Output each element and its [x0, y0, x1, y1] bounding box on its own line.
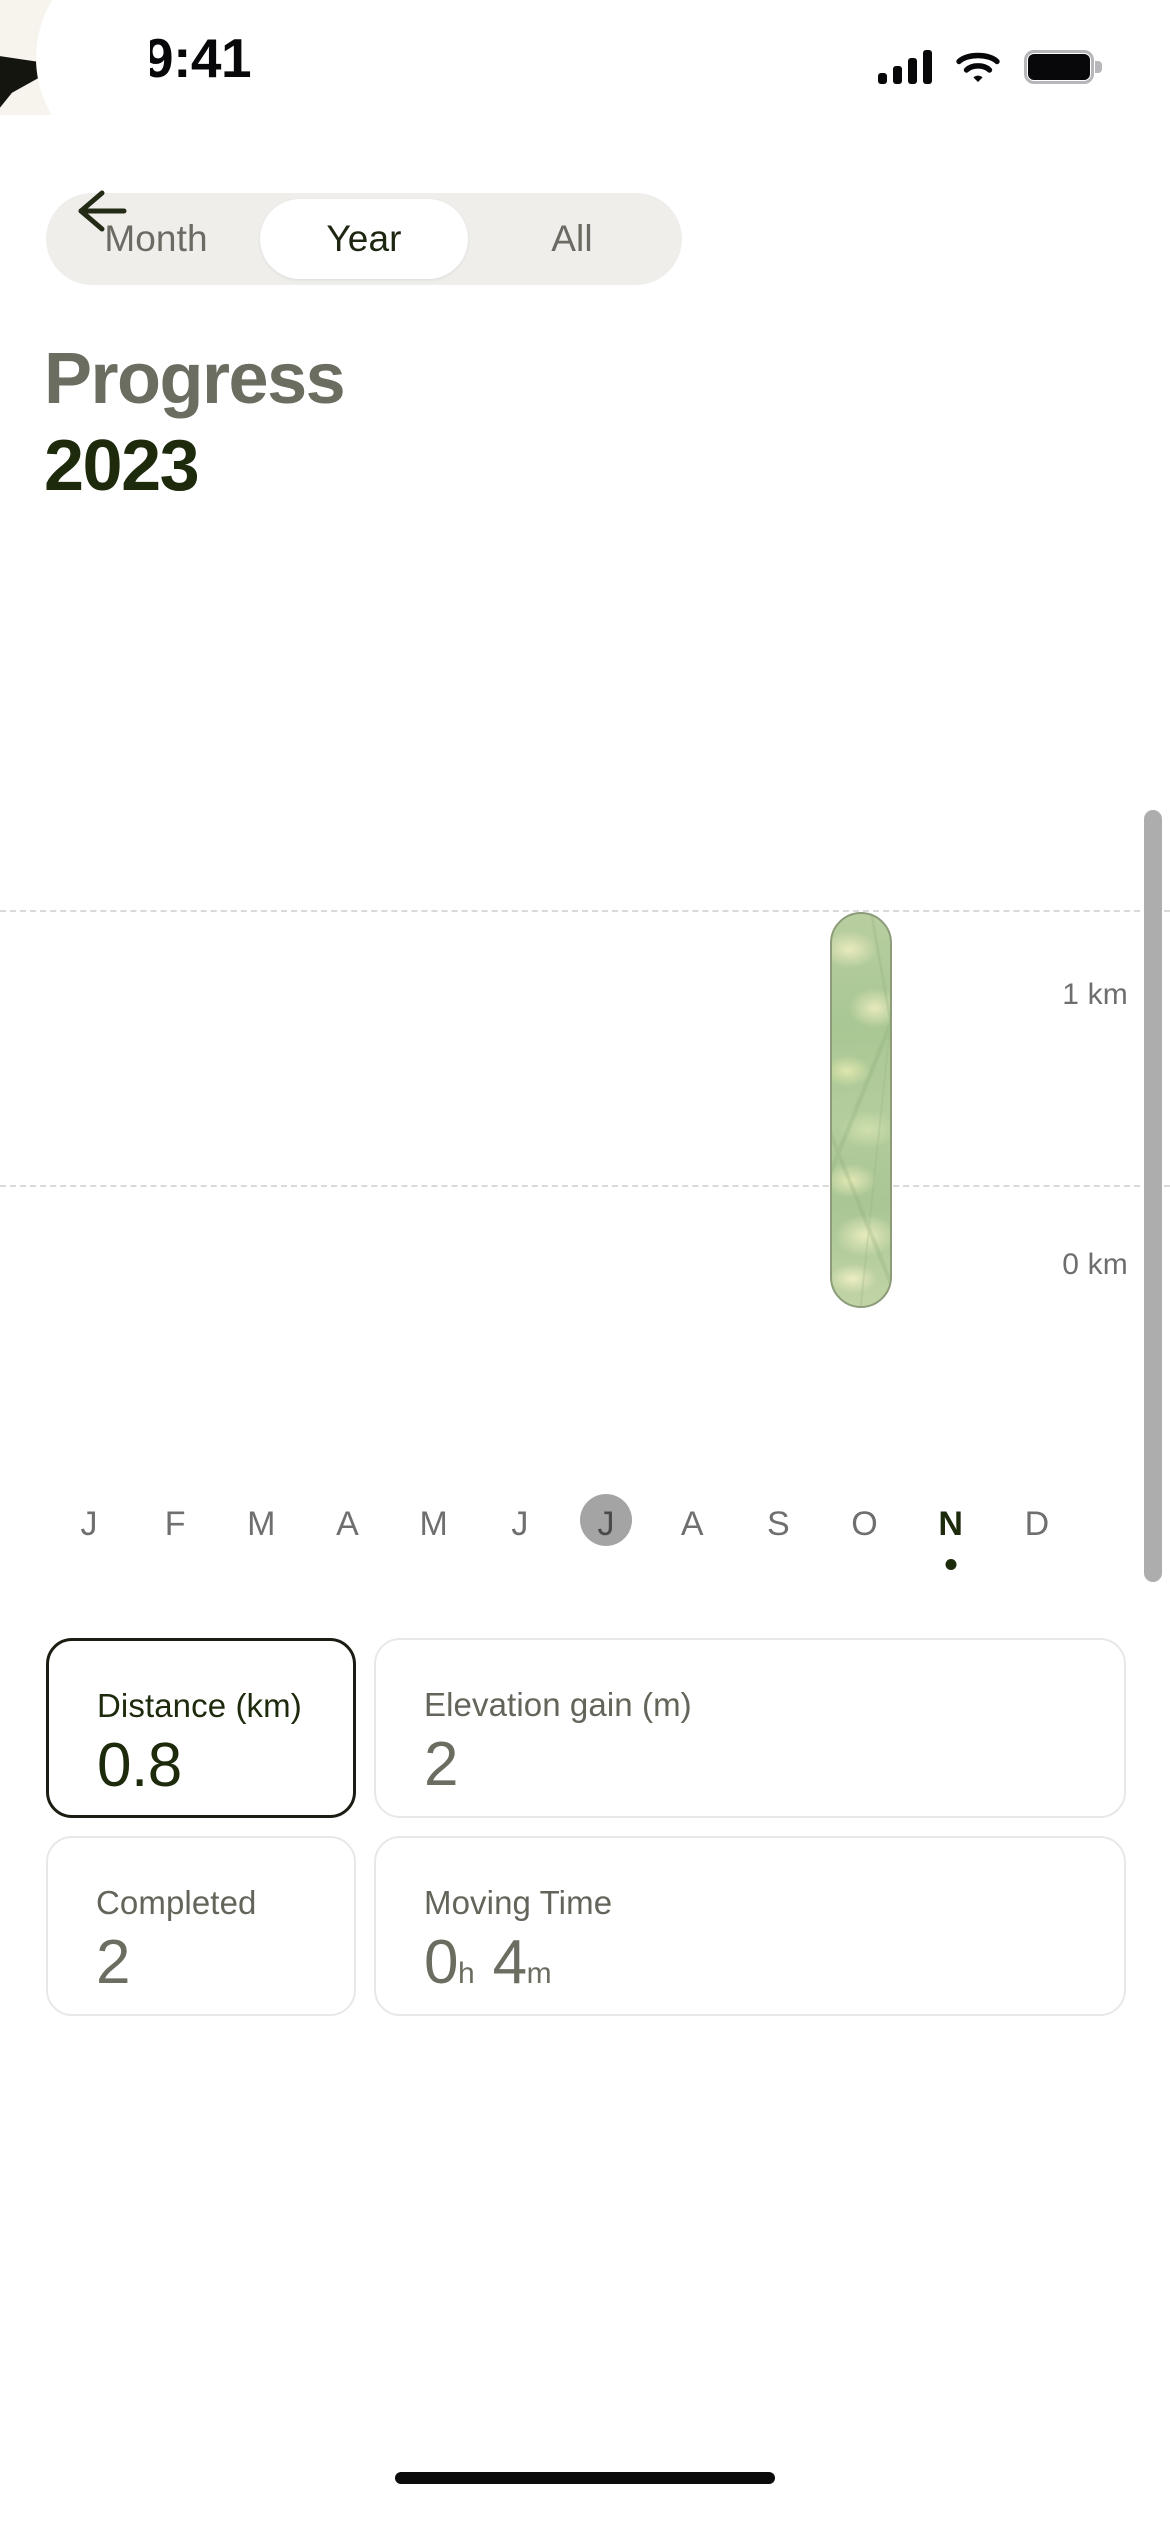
progress-chart: 1 km 0 km	[0, 800, 1170, 1590]
month-mar[interactable]: M	[218, 1495, 304, 1595]
bar-november[interactable]	[830, 912, 892, 1308]
stat-label: Distance (km)	[97, 1687, 302, 1724]
month-label: D	[1024, 1505, 1050, 1543]
month-jan[interactable]: J	[46, 1495, 132, 1595]
tab-year[interactable]: Year	[260, 199, 468, 279]
moving-time-hours-unit: h	[457, 1957, 475, 1990]
month-nov[interactable]: N	[908, 1495, 994, 1595]
moving-time-minutes: 4	[492, 1928, 527, 1997]
status-bar-icons	[878, 40, 1102, 84]
month-label: F	[164, 1505, 186, 1543]
month-label: M	[247, 1505, 276, 1543]
battery-full-icon	[1024, 50, 1102, 84]
month-aug[interactable]: A	[649, 1495, 735, 1595]
page-year: 2023	[44, 426, 200, 506]
stat-card-distance[interactable]: Distance (km) 0.8	[46, 1638, 356, 1818]
status-bar: 9:41	[0, 0, 1170, 108]
month-jun[interactable]: J	[477, 1495, 563, 1595]
month-label: A	[680, 1505, 704, 1543]
moving-time-minutes-unit: m	[526, 1957, 552, 1990]
month-label: O	[851, 1505, 878, 1543]
month-label: A	[336, 1505, 360, 1543]
stat-label: Moving Time	[424, 1884, 613, 1921]
month-feb[interactable]: F	[132, 1495, 218, 1595]
month-axis[interactable]: J F M A M J J A S O N D	[46, 1494, 1080, 1595]
month-may[interactable]: M	[391, 1495, 477, 1595]
stat-card-completed[interactable]: Completed 2	[46, 1836, 356, 2016]
month-label: S	[767, 1505, 790, 1543]
stat-card-elevation-gain[interactable]: Elevation gain (m) 2	[374, 1638, 1126, 1818]
current-month-dot-icon	[945, 1559, 957, 1570]
wifi-icon	[956, 51, 1000, 84]
back-arrow-icon	[76, 188, 138, 239]
status-bar-time: 9:41	[143, 27, 252, 89]
stat-value: 2	[96, 1928, 130, 1997]
month-label: J	[80, 1505, 98, 1543]
cellular-signal-icon	[878, 50, 932, 84]
month-dec[interactable]: D	[994, 1495, 1080, 1595]
stat-value: 0h 4m	[424, 1932, 1124, 1994]
page-title: Progress	[44, 339, 346, 419]
month-oct[interactable]: O	[822, 1495, 908, 1595]
month-label: N	[938, 1505, 964, 1543]
chart-bars	[0, 800, 1170, 1460]
moving-time-hours: 0	[424, 1928, 458, 1997]
month-jul[interactable]: J	[563, 1494, 649, 1595]
stat-value: 2	[424, 1730, 458, 1799]
stat-label: Elevation gain (m)	[424, 1686, 692, 1723]
back-button[interactable]	[62, 168, 152, 258]
stat-card-moving-time[interactable]: Moving Time 0h 4m	[374, 1836, 1126, 2016]
month-label: J	[597, 1505, 615, 1543]
stat-label: Completed	[96, 1884, 257, 1921]
bar-texture	[832, 914, 890, 1306]
tab-all[interactable]: All	[468, 199, 676, 279]
month-apr[interactable]: A	[305, 1495, 391, 1595]
month-label: M	[419, 1505, 449, 1543]
month-label: J	[511, 1505, 529, 1543]
month-sep[interactable]: S	[735, 1495, 821, 1595]
stats-grid: Distance (km) 0.8 Elevation gain (m) 2 C…	[46, 1638, 1126, 2016]
chart-scrollbar[interactable]	[1144, 810, 1162, 1582]
stat-value: 0.8	[97, 1731, 182, 1800]
home-indicator	[395, 2472, 775, 2484]
